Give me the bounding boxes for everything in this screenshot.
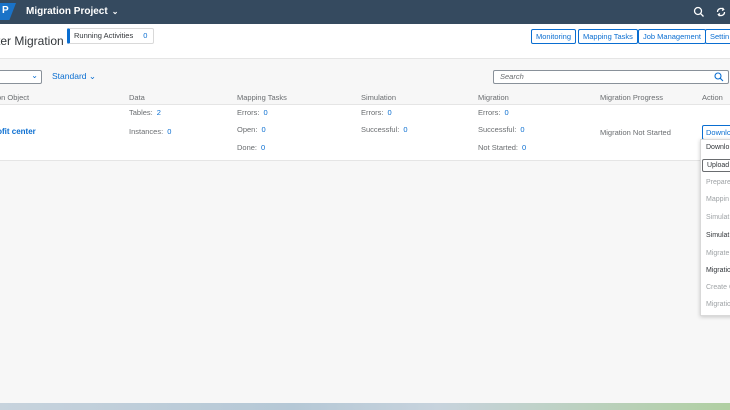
search-input[interactable]: Search	[493, 70, 729, 84]
filter-select[interactable]: ⌄	[0, 70, 42, 84]
data-instances: Instances: 0	[129, 127, 172, 136]
chevron-down-icon: ⌄	[111, 7, 119, 16]
settings-button[interactable]: Settin	[705, 29, 730, 44]
column-header-migration: Migration	[478, 93, 509, 102]
taskbar-strip	[0, 403, 730, 410]
mapping-tasks-button[interactable]: Mapping Tasks	[578, 29, 638, 44]
menu-item-4: Mappin	[706, 196, 729, 203]
filter-bar: ⌄ Standard ⌄ Search	[0, 58, 730, 90]
menu-item-2[interactable]: Upload	[702, 159, 730, 172]
mapping-done: Done: 0	[237, 143, 266, 152]
running-activities-count: 0	[143, 31, 148, 40]
action-menu: Downlo Upload Prepare Mappin Simulat Sim…	[700, 139, 730, 316]
action-download-button[interactable]: Downlo	[702, 125, 730, 140]
migration-not-started: Not Started: 0	[478, 143, 527, 152]
instances-count[interactable]: 0	[167, 127, 171, 136]
menu-item-1[interactable]: Downlo	[706, 144, 729, 151]
search-icon[interactable]	[692, 5, 706, 19]
migration-errors-count[interactable]: 0	[505, 108, 509, 117]
sap-logo[interactable]: P	[0, 3, 16, 20]
migration-errors: Errors: 0	[478, 108, 509, 117]
menu-item-9: Create C	[706, 284, 730, 291]
monitoring-button[interactable]: Monitoring	[531, 29, 577, 44]
menu-item-8[interactable]: Migratio	[706, 267, 730, 274]
data-tables: Tables: 2	[129, 108, 161, 117]
migration-successful: Successful: 0	[478, 125, 525, 134]
migration-objects-table: on Object Data Mapping Tasks Simulation …	[0, 90, 730, 161]
job-management-button[interactable]: Job Management	[638, 29, 706, 44]
mapping-done-count[interactable]: 0	[261, 143, 265, 152]
shell-bar: P Migration Project ⌄	[0, 0, 730, 24]
simulation-successful-count[interactable]: 0	[403, 125, 407, 134]
search-icon[interactable]	[713, 71, 725, 83]
menu-item-10: Migratio	[706, 301, 730, 308]
project-title-menu[interactable]: Migration Project ⌄	[26, 6, 118, 17]
mapping-open-count[interactable]: 0	[261, 125, 265, 134]
column-header-mapping-tasks: Mapping Tasks	[237, 93, 287, 102]
chevron-down-icon: ⌄	[88, 71, 96, 81]
simulation-errors: Errors: 0	[361, 108, 392, 117]
migration-successful-count[interactable]: 0	[520, 125, 524, 134]
menu-item-7: Migrate	[706, 250, 730, 257]
column-header-object: on Object	[0, 93, 30, 102]
simulation-successful: Successful: 0	[361, 125, 408, 134]
column-header-progress: Migration Progress	[600, 93, 663, 102]
column-header-action: Action	[702, 93, 723, 102]
menu-item-6[interactable]: Simulat	[706, 232, 729, 239]
tables-count[interactable]: 2	[157, 108, 161, 117]
page-header: ter Migration Running Activities 0 Monito…	[0, 24, 730, 59]
project-title: Migration Project	[26, 6, 108, 17]
column-header-simulation: Simulation	[361, 93, 397, 102]
table-header: on Object Data Mapping Tasks Simulation …	[0, 90, 730, 105]
column-header-data: Data	[129, 93, 145, 102]
menu-item-3: Prepare	[706, 179, 730, 186]
migration-object-link[interactable]: rofit center	[0, 127, 36, 136]
migration-progress-status: Migration Not Started	[600, 128, 671, 137]
mapping-errors-count[interactable]: 0	[264, 108, 268, 117]
mapping-errors: Errors: 0	[237, 108, 268, 117]
variant-selector[interactable]: Standard ⌄	[52, 71, 96, 82]
search-placeholder: Search	[500, 72, 524, 81]
chevron-down-icon: ⌄	[31, 71, 38, 80]
menu-item-5: Simulat	[706, 214, 730, 221]
sync-icon[interactable]	[714, 5, 728, 19]
migration-not-started-count[interactable]: 0	[522, 143, 526, 152]
running-activities-button[interactable]: Running Activities 0	[67, 28, 155, 44]
page-title: ter Migration	[0, 34, 64, 48]
simulation-errors-count[interactable]: 0	[388, 108, 392, 117]
mapping-open: Open: 0	[237, 125, 266, 134]
